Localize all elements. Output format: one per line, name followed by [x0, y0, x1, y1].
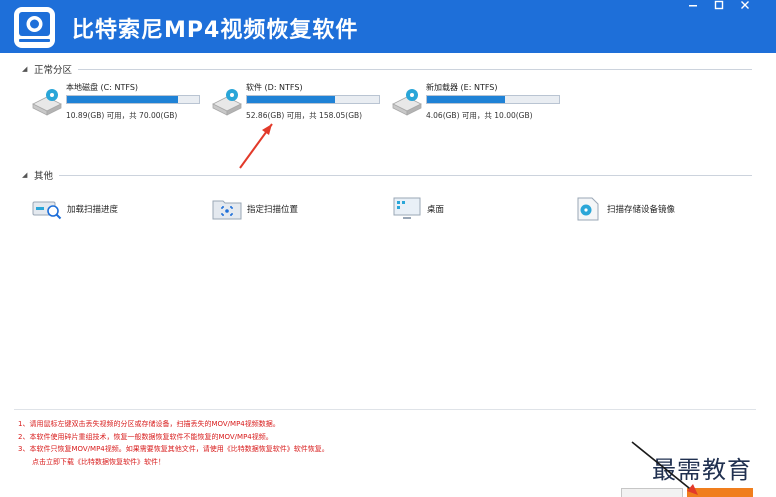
notes-panel: 1、请用鼠标左键双击丢失视频的分区或存储设备，扫描丢失的MOV/MP4视频数据。… [18, 418, 329, 468]
title-bar: 比特索尼MP4视频恢复软件 [0, 0, 776, 53]
other-item-label: 加载扫描进度 [67, 205, 119, 215]
desktop-icon [393, 197, 421, 219]
maximize-button[interactable] [706, 0, 732, 16]
scan-location-item[interactable]: 指定扫描位置 [212, 196, 298, 222]
partitions-section-title: 正常分区 [34, 65, 73, 76]
drive-space-info: 10.89(GB) 可用，共 70.00(GB) [66, 111, 178, 120]
other-item-label: 指定扫描位置 [247, 205, 299, 215]
drive-space-info: 52.86(GB) 可用，共 158.05(GB) [246, 111, 363, 120]
hard-drive-icon [212, 89, 242, 116]
primary-button[interactable] [687, 488, 753, 497]
close-button[interactable] [732, 0, 758, 16]
hard-drive-icon [392, 89, 422, 116]
load-scan-progress-icon [32, 201, 62, 220]
minimize-button[interactable] [680, 0, 706, 16]
hard-drive-icon [32, 89, 62, 116]
maximize-icon [714, 0, 724, 10]
drive-usage-bar [426, 95, 560, 104]
note-text: 3、本软件只恢复MOV/MP4视频。如果需要恢复其他文件，请使用《比特数据恢复软… [18, 445, 329, 453]
drive-usage-bar [66, 95, 200, 104]
note-text: 2、本软件使用碎片重组技术，恢复一般数据恢复软件不能恢复的MOV/MP4视频。 [18, 432, 273, 441]
drive-d[interactable]: 软件 (D: NTFS) 52.86(GB) 可用，共 158.05(GB) [210, 82, 380, 126]
annotation-arrow-icon [239, 123, 273, 169]
app-title: 比特索尼MP4视频恢复软件 [72, 18, 359, 43]
other-item-label: 桌面 [427, 205, 445, 215]
desktop-item[interactable]: 桌面 [392, 196, 444, 222]
close-icon [741, 1, 749, 9]
note-text: 1、请用鼠标左键双击丢失视频的分区或存储设备，扫描丢失的MOV/MP4视频数据。 [18, 420, 280, 428]
drive-name: 本地磁盘 (C: NTFS) [66, 83, 139, 92]
disk-image-icon [577, 197, 599, 221]
drive-name: 软件 (D: NTFS) [246, 83, 303, 92]
collapse-icon[interactable]: ◢ [22, 65, 34, 73]
collapse-icon[interactable]: ◢ [22, 171, 34, 179]
drive-name: 新加载器 (E: NTFS) [426, 83, 498, 92]
divider [14, 409, 756, 410]
other-section-header[interactable]: ◢ 其他 [22, 168, 752, 182]
drive-usage-bar [246, 95, 380, 104]
secondary-button[interactable] [621, 488, 683, 497]
disk-image-item[interactable]: 扫描存储设备镜像 [572, 196, 675, 222]
drive-c[interactable]: 本地磁盘 (C: NTFS) 10.89(GB) 可用，共 70.00(GB) [30, 82, 200, 126]
minimize-icon [689, 5, 697, 7]
app-logo-icon [14, 7, 55, 48]
divider [59, 174, 752, 176]
drive-e[interactable]: 新加载器 (E: NTFS) 4.06(GB) 可用，共 10.00(GB) [390, 82, 560, 126]
other-section-title: 其他 [34, 171, 54, 182]
download-link[interactable]: 点击立即下载《比特数据恢复软件》软件！ [18, 456, 329, 469]
other-item-label: 扫描存储设备镜像 [607, 205, 676, 215]
load-scan-progress-item[interactable]: 加载扫描进度 [32, 196, 118, 222]
partitions-section-header[interactable]: ◢ 正常分区 [22, 62, 752, 76]
scan-location-icon [212, 200, 242, 220]
watermark-text: 最需教育 [652, 456, 752, 484]
drive-space-info: 4.06(GB) 可用，共 10.00(GB) [426, 111, 533, 120]
divider [78, 68, 752, 70]
